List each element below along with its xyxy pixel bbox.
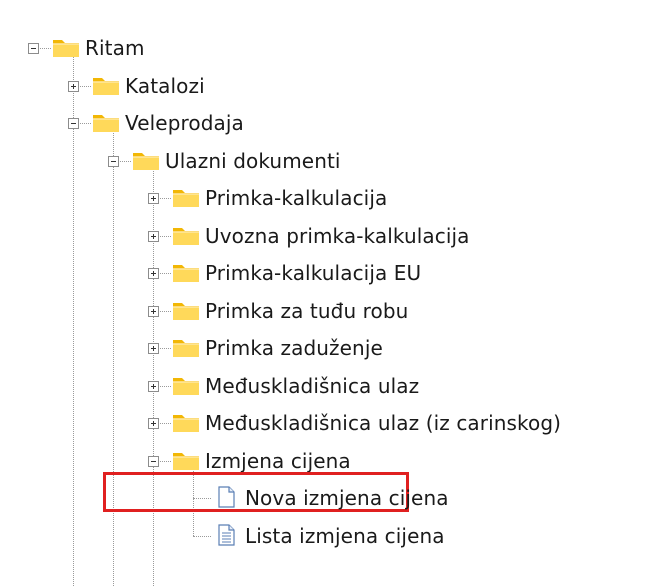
expand-icon[interactable]	[148, 193, 159, 204]
folder-icon	[172, 374, 200, 396]
folder-icon	[172, 261, 200, 283]
folder-icon	[172, 411, 200, 433]
collapse-icon[interactable]	[28, 43, 39, 54]
expand-icon[interactable]	[148, 343, 159, 354]
tree-node-label: Primka-kalkulacija EU	[205, 261, 422, 285]
folder-icon	[172, 186, 200, 208]
tree-node-label: Katalozi	[125, 73, 205, 98]
tree-connector-line	[73, 123, 74, 586]
expand-icon[interactable]	[148, 268, 159, 279]
expand-icon[interactable]	[148, 418, 159, 429]
tree-node-primka-kalkulacija-eu[interactable]: Primka-kalkulacija EU	[201, 256, 421, 290]
folder-icon	[172, 336, 200, 358]
folder-icon	[172, 299, 200, 321]
tree-node-uvozna-primka-kalkulacija[interactable]: Uvozna primka-kalkulacija	[201, 219, 470, 253]
collapse-icon[interactable]	[148, 455, 159, 467]
tree-view: Ritam Katalozi Veleprodaja Ulazni dokume…	[0, 0, 651, 586]
expand-icon[interactable]	[148, 305, 159, 317]
tree-connector-line	[193, 498, 211, 499]
folder-icon	[172, 449, 200, 471]
tree-node-veleprodaja[interactable]: Veleprodaja	[121, 106, 244, 140]
collapse-icon[interactable]	[68, 118, 79, 129]
tree-connector-line	[193, 535, 211, 537]
tree-node-label: Ritam	[85, 36, 145, 60]
expand-icon[interactable]	[148, 230, 159, 242]
tree-node-label: Veleprodaja	[125, 111, 244, 135]
folder-icon	[172, 224, 200, 246]
collapse-icon[interactable]	[108, 155, 119, 167]
new-document-icon	[212, 486, 240, 508]
tree-connector-line	[113, 160, 114, 586]
folder-icon	[52, 36, 80, 58]
tree-node-label: Primka za tuđu robu	[205, 298, 409, 323]
tree-node-nova-izmjena-cijena[interactable]: Nova izmjena cijena	[241, 481, 449, 515]
tree-node-ulazni-dokumenti[interactable]: Ulazni dokumenti	[161, 144, 341, 178]
tree-node-label: Međuskladišnica ulaz (iz carinskog)	[205, 411, 562, 435]
tree-node-label: Izmjena cijena	[205, 448, 351, 473]
tree-node-label: Primka-kalkulacija	[205, 186, 388, 210]
expand-icon[interactable]	[148, 380, 159, 392]
tree-node-primka-zaduzenje[interactable]: Primka zaduženje	[201, 331, 383, 365]
folder-icon	[92, 74, 120, 96]
tree-node-meduskladisnica-ulaz[interactable]: Međuskladišnica ulaz	[201, 369, 419, 403]
tree-node-label: Međuskladišnica ulaz	[205, 373, 420, 398]
tree-node-primka-kalkulacija[interactable]: Primka-kalkulacija	[201, 181, 387, 215]
tree-node-lista-izmjena-cijena[interactable]: Lista izmjena cijena	[241, 519, 445, 553]
tree-node-label: Ulazni dokumenti	[165, 148, 341, 173]
tree-node-label: Uvozna primka-kalkulacija	[205, 223, 470, 248]
tree-node-label: Primka zaduženje	[205, 336, 383, 360]
tree-node-ritam[interactable]: Ritam	[81, 31, 145, 65]
tree-node-primka-za-tudu-robu[interactable]: Primka za tuđu robu	[201, 294, 408, 328]
folder-icon	[92, 111, 120, 133]
tree-node-katalozi[interactable]: Katalozi	[121, 69, 205, 103]
expand-icon[interactable]	[68, 80, 79, 92]
tree-node-meduskladisnica-ulaz-iz-carinskog[interactable]: Međuskladišnica ulaz (iz carinskog)	[201, 406, 561, 440]
list-document-icon	[212, 523, 240, 546]
tree-node-label: Lista izmjena cijena	[245, 523, 445, 548]
tree-node-label: Nova izmjena cijena	[245, 486, 449, 510]
folder-icon	[132, 149, 160, 171]
